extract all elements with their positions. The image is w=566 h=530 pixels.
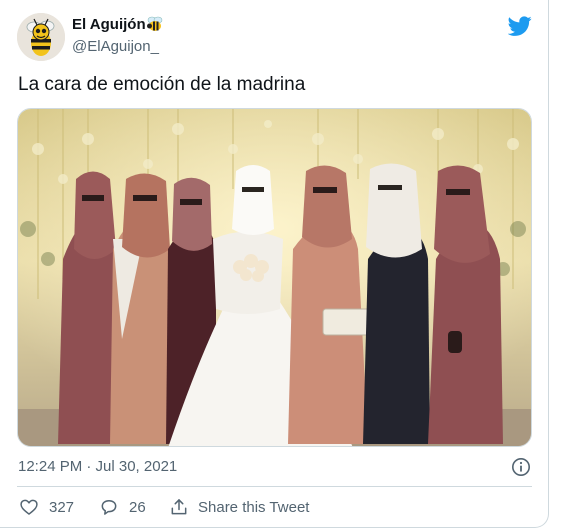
avatar[interactable] [17, 13, 65, 61]
tweet-text: La cara de emoción de la madrina [18, 74, 306, 95]
author-name[interactable]: El Aguijón [72, 16, 146, 33]
reply-button[interactable]: 26 [99, 496, 146, 518]
tweet-photo[interactable] [17, 108, 532, 447]
divider [17, 486, 532, 487]
like-count: 327 [49, 498, 75, 516]
share-icon [171, 499, 187, 515]
share-button[interactable]: Share this Tweet [169, 496, 309, 518]
like-button[interactable]: 327 [19, 496, 74, 518]
reply-count: 26 [129, 498, 146, 516]
author-handle[interactable]: @ElAguijon_ [72, 38, 159, 55]
tweet-card: El Aguijón @ElAguijon_ La cara de emoció… [0, 0, 549, 528]
tweet-timestamp[interactable]: 12:24 PM · Jul 30, 2021 [18, 458, 177, 475]
share-label: Share this Tweet [198, 498, 310, 516]
twitter-logo-icon[interactable] [508, 14, 532, 38]
heart-icon [20, 499, 38, 515]
wedding-photo-image [18, 109, 531, 446]
reply-bubble-icon [101, 500, 117, 515]
info-icon[interactable] [511, 457, 531, 477]
bee-mascot-avatar-icon [17, 13, 65, 61]
bee-icon [147, 16, 163, 31]
